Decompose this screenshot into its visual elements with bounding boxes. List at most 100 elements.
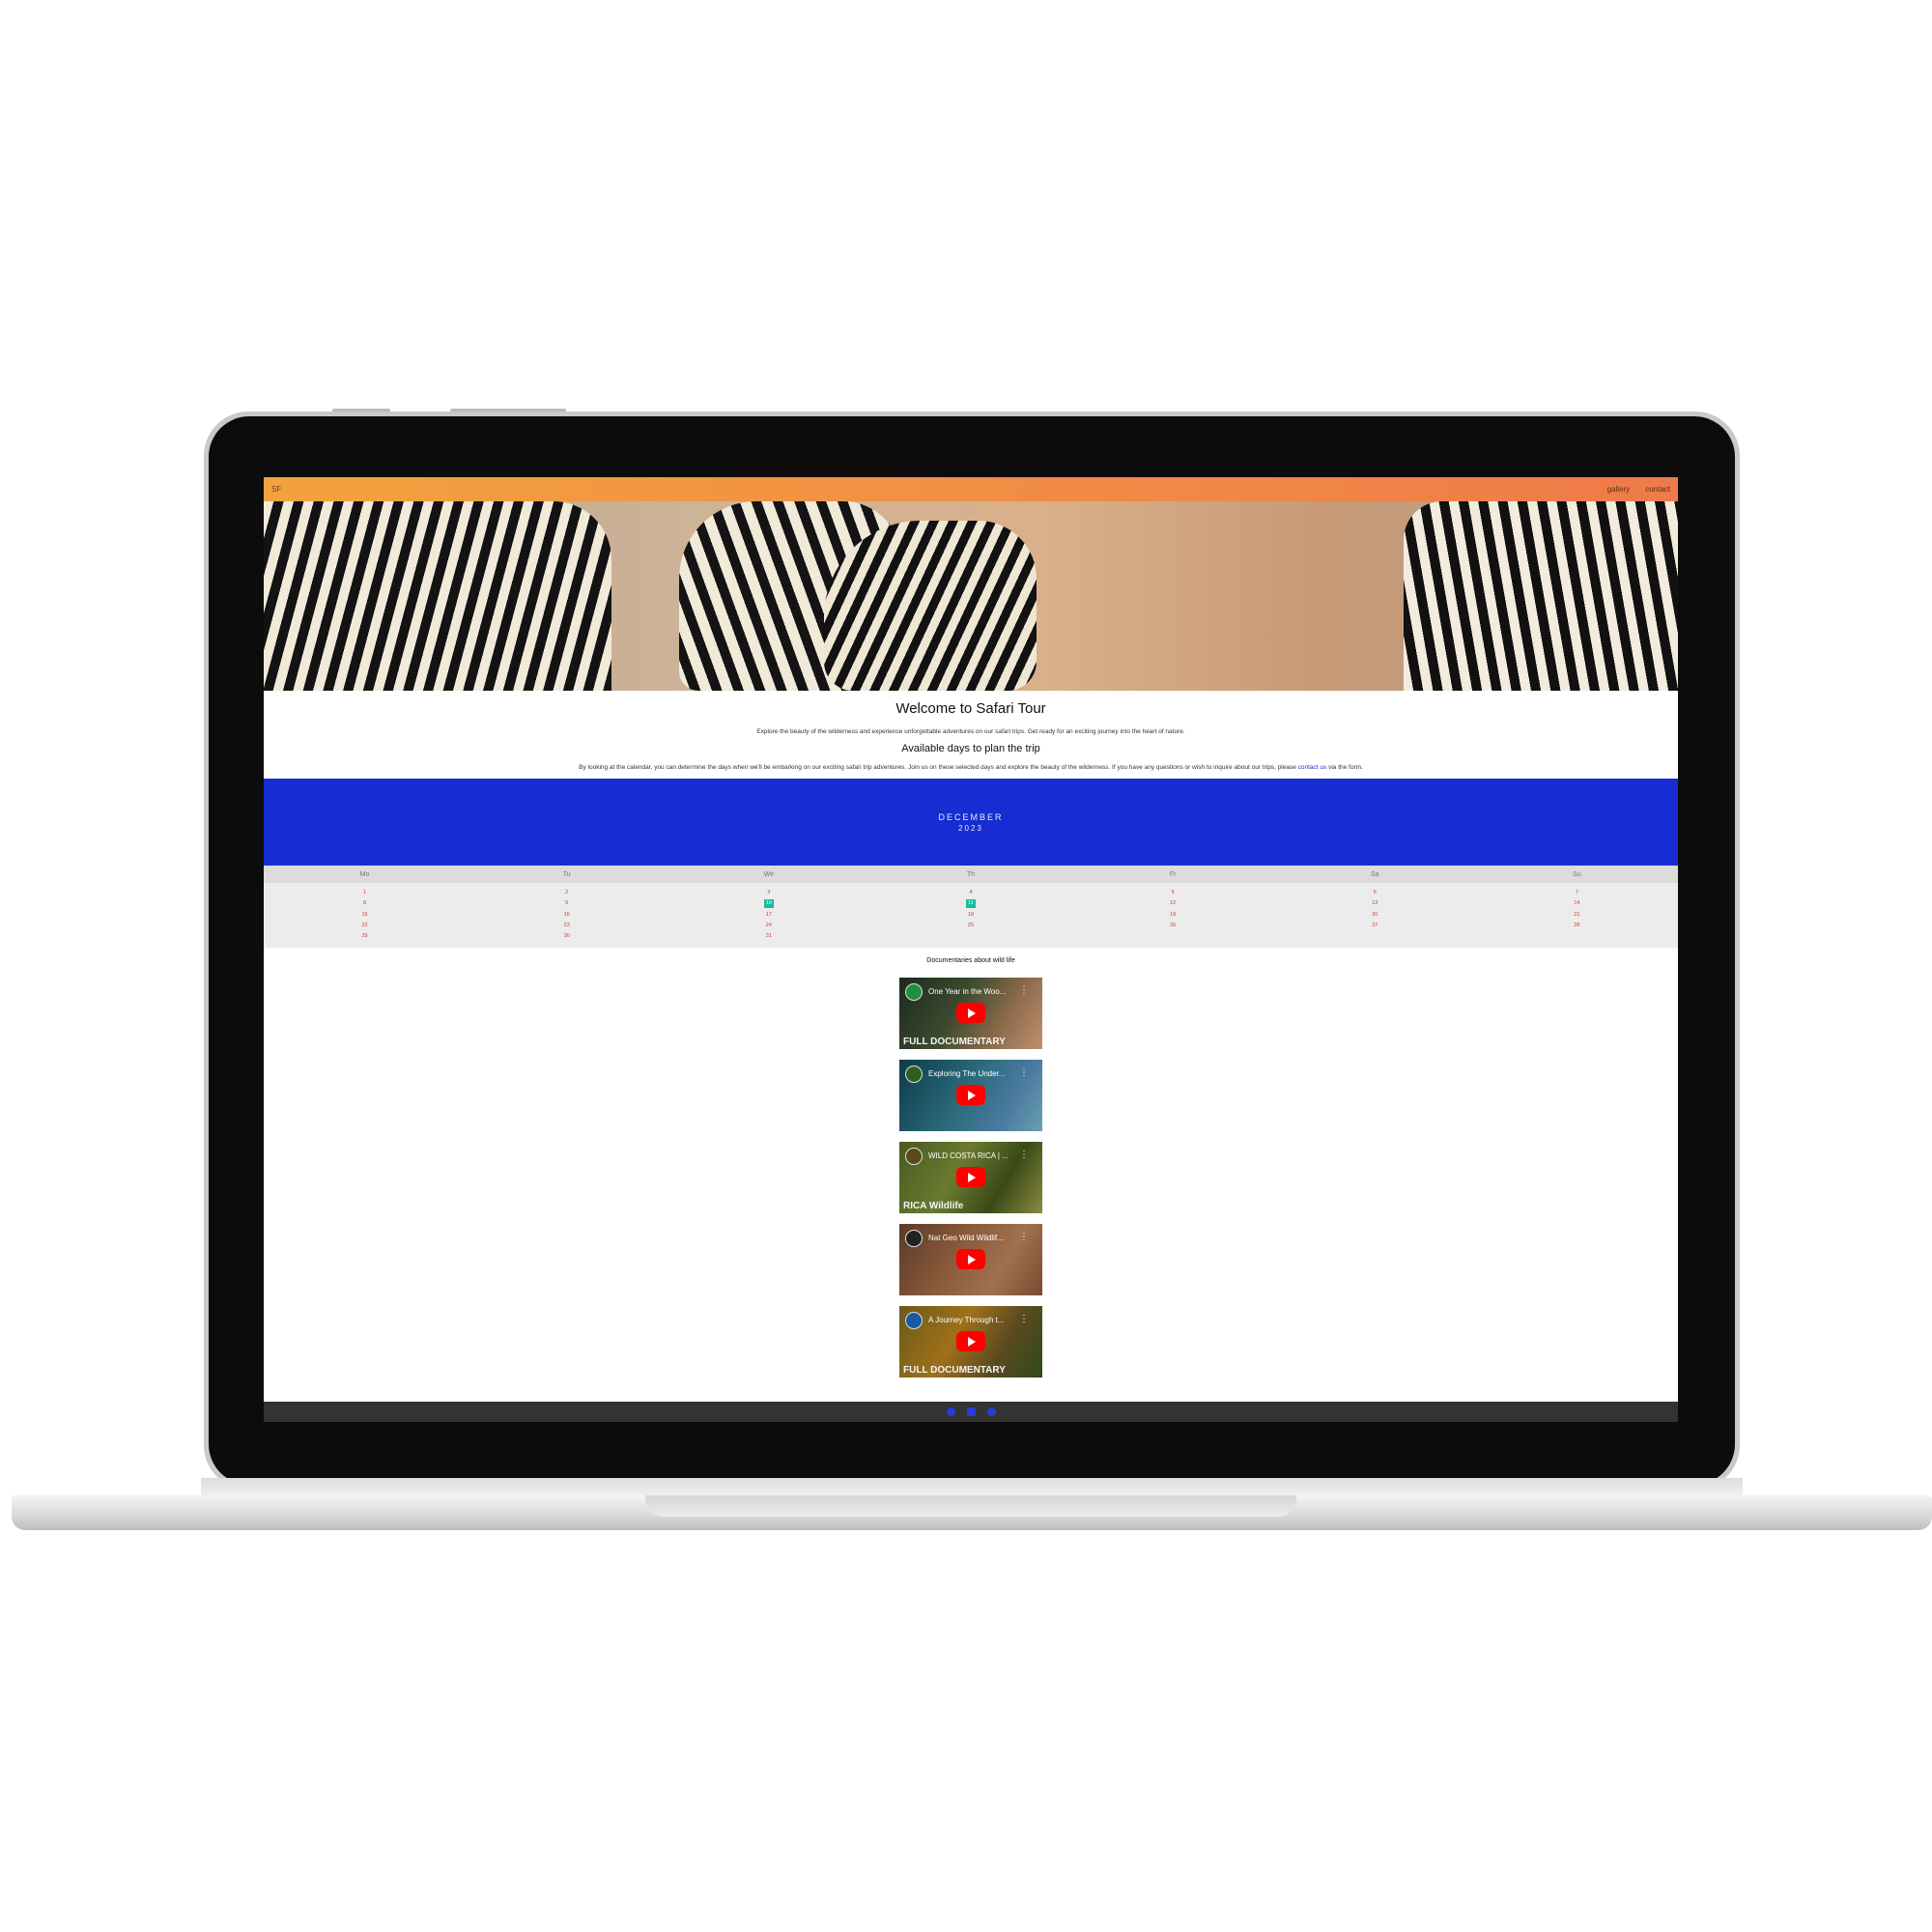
more-options-icon[interactable]: ⋮ xyxy=(1019,1150,1029,1160)
calendar-weekdays: Mo Tu We Th Fr Sa Su xyxy=(264,866,1678,883)
nav-links: gallery contact xyxy=(1607,485,1670,494)
more-options-icon[interactable]: ⋮ xyxy=(1019,1232,1029,1242)
calendar-day[interactable]: 27 xyxy=(1274,922,1476,929)
intro-subtitle: Explore the beauty of the wilderness and… xyxy=(756,728,1185,735)
calendar-day[interactable]: 19 xyxy=(1072,911,1274,919)
play-button-icon[interactable] xyxy=(956,1331,985,1351)
video-badge: FULL DOCUMENTARY xyxy=(903,1037,1006,1047)
calendar-day[interactable]: 17 xyxy=(668,911,869,919)
documentaries-section: Documentaries about wild life One Year i… xyxy=(264,957,1678,1378)
calendar-description: By looking at the calendar, you can dete… xyxy=(264,764,1678,771)
video-badge: FULL DOCUMENTARY xyxy=(903,1365,1006,1376)
channel-avatar xyxy=(905,1148,923,1165)
top-navbar: SF gallery contact xyxy=(264,477,1678,501)
calendar-day[interactable]: 29 xyxy=(264,932,466,940)
calendar-day[interactable]: 8 xyxy=(264,899,466,908)
calendar-day[interactable]: 9 xyxy=(466,899,668,908)
video-title: Nat Geo Wild Wildlif... xyxy=(928,1234,1004,1242)
play-button-icon[interactable] xyxy=(956,1003,985,1023)
video-embed[interactable]: A Journey Through t... ⋮ FULL DOCUMENTAR… xyxy=(899,1306,1042,1378)
weekday-label: Fr xyxy=(1169,870,1177,878)
contact-us-link[interactable]: contact us xyxy=(1298,764,1327,771)
laptop-hinge xyxy=(201,1478,1743,1497)
calendar-day[interactable]: 26 xyxy=(1072,922,1274,929)
calendar-day[interactable]: 18 xyxy=(869,911,1071,919)
hero-zebra-image xyxy=(264,501,1678,691)
calendar-day[interactable]: 21 xyxy=(1476,911,1678,919)
instagram-icon[interactable] xyxy=(966,1407,976,1416)
calendar-empty-cell xyxy=(1274,932,1476,940)
more-options-icon[interactable]: ⋮ xyxy=(1019,985,1029,996)
weekday-label: Th xyxy=(966,870,976,878)
calendar-day[interactable]: 5 xyxy=(1072,889,1274,896)
calendar-day[interactable]: 22 xyxy=(264,922,466,929)
calendar-empty-cell xyxy=(1476,932,1678,940)
video-embed[interactable]: Nat Geo Wild Wildlif... ⋮ xyxy=(899,1224,1042,1295)
page-footer xyxy=(264,1402,1678,1422)
weekday-label: We xyxy=(763,870,775,878)
calendar-day[interactable]: 15 xyxy=(264,911,466,919)
weekday-label: Sa xyxy=(1370,870,1379,878)
calendar-empty-cell xyxy=(1072,932,1274,940)
description-text-end: via the form. xyxy=(1328,764,1363,771)
nav-link-contact[interactable]: contact xyxy=(1645,485,1670,494)
calendar-day[interactable]: 28 xyxy=(1476,922,1678,929)
channel-avatar xyxy=(905,1065,923,1083)
weekday-label: Su xyxy=(1573,870,1581,878)
calendar-day[interactable]: 20 xyxy=(1274,911,1476,919)
documentaries-heading: Documentaries about wild life xyxy=(926,957,1015,964)
video-embed[interactable]: WILD COSTA RICA | ... ⋮ RICA Wildlife xyxy=(899,1142,1042,1213)
video-embed[interactable]: One Year in the Woo... ⋮ FULL DOCUMENTAR… xyxy=(899,978,1042,1049)
weekday-label: Mo xyxy=(359,870,370,878)
intro-section: Welcome to Safari Tour Explore the beaut… xyxy=(264,691,1678,771)
zebra-shape xyxy=(1404,501,1678,691)
calendar-year: 2023 xyxy=(958,823,983,833)
site-logo[interactable]: SF xyxy=(271,485,281,494)
calendar-day[interactable]: 24 xyxy=(668,922,869,929)
zebra-shape xyxy=(264,501,611,691)
calendar-day[interactable]: 11 xyxy=(965,899,976,908)
video-title: One Year in the Woo... xyxy=(928,987,1007,996)
zebra-shape xyxy=(824,521,1037,691)
calendar-day[interactable]: 3 xyxy=(668,889,869,896)
nav-link-gallery[interactable]: gallery xyxy=(1607,485,1631,494)
calendar-day[interactable]: 10 xyxy=(763,899,774,908)
twitter-icon[interactable] xyxy=(986,1407,996,1416)
calendar-header: DECEMBER 2023 xyxy=(264,779,1678,866)
calendar-day[interactable]: 2 xyxy=(466,889,668,896)
channel-avatar xyxy=(905,1312,923,1329)
calendar-day[interactable]: 6 xyxy=(1274,889,1476,896)
browser-screen: SF gallery contact Welcome to Safari Tou… xyxy=(264,477,1678,1422)
calendar-day[interactable]: 13 xyxy=(1274,899,1476,908)
video-title: Exploring The Under... xyxy=(928,1069,1006,1078)
video-badge: RICA Wildlife xyxy=(903,1201,964,1211)
calendar-empty-cell xyxy=(869,932,1071,940)
play-button-icon[interactable] xyxy=(956,1249,985,1269)
page-title: Welcome to Safari Tour xyxy=(895,700,1046,717)
facebook-icon[interactable] xyxy=(946,1407,955,1416)
play-button-icon[interactable] xyxy=(956,1085,985,1105)
weekday-label: Tu xyxy=(562,870,571,878)
calendar-day[interactable]: 30 xyxy=(466,932,668,940)
video-embed[interactable]: Exploring The Under... ⋮ xyxy=(899,1060,1042,1131)
calendar-days-grid: 1 2 3 4 5 6 7 8 9 10 11 12 13 14 15 16 17 18 19 20 21 22 23 24 2… xyxy=(264,883,1678,948)
channel-avatar xyxy=(905,983,923,1001)
calendar-day[interactable]: 14 xyxy=(1476,899,1678,908)
calendar-day[interactable]: 7 xyxy=(1476,889,1678,896)
video-title: A Journey Through t... xyxy=(928,1316,1005,1324)
calendar-day[interactable]: 16 xyxy=(466,911,668,919)
calendar-heading: Available days to plan the trip xyxy=(901,743,1040,754)
calendar-day[interactable]: 12 xyxy=(1072,899,1274,908)
play-button-icon[interactable] xyxy=(956,1167,985,1187)
calendar-day[interactable]: 1 xyxy=(264,889,466,896)
more-options-icon[interactable]: ⋮ xyxy=(1019,1067,1029,1078)
calendar-day[interactable]: 23 xyxy=(466,922,668,929)
more-options-icon[interactable]: ⋮ xyxy=(1019,1314,1029,1324)
calendar-day[interactable]: 31 xyxy=(668,932,869,940)
calendar-day[interactable]: 25 xyxy=(869,922,1071,929)
video-title: WILD COSTA RICA | ... xyxy=(928,1151,1009,1160)
calendar-month: DECEMBER xyxy=(938,811,1004,822)
calendar-day[interactable]: 4 xyxy=(869,889,1071,896)
description-text: By looking at the calendar, you can dete… xyxy=(579,764,1296,771)
laptop-notch xyxy=(645,1495,1296,1517)
